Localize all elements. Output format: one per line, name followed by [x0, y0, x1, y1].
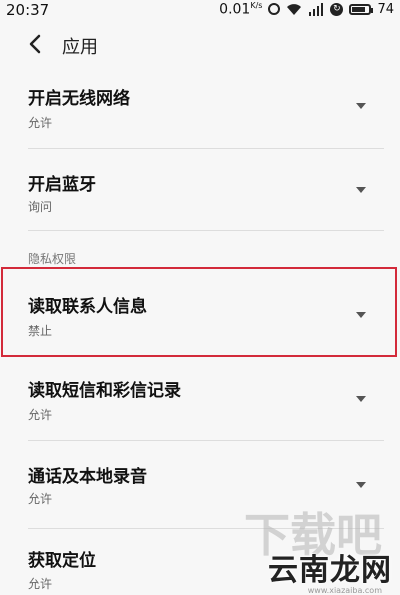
wifi-icon [286, 3, 302, 16]
alarm-icon [268, 3, 281, 16]
permission-item-contacts[interactable]: 读取联系人信息 禁止 [0, 270, 400, 356]
divider [28, 440, 384, 441]
status-time: 20:37 [6, 1, 50, 19]
permission-label: 通话及本地录音 [28, 467, 147, 487]
permission-item-wifi[interactable]: 开启无线网络 允许 [0, 70, 400, 148]
watermark-url: www.xiazaiba.com [307, 586, 382, 595]
permission-label: 读取短信和彩信记录 [28, 381, 181, 401]
page-title: 应用 [62, 37, 98, 58]
permission-item-sms[interactable]: 读取短信和彩信记录 允许 [0, 358, 400, 440]
back-button[interactable] [20, 28, 52, 60]
permission-value: 允许 [28, 492, 53, 506]
network-speed-unit: K/s [250, 1, 263, 10]
battery-icon [349, 3, 374, 15]
divider [28, 230, 384, 231]
permission-value: 允许 [28, 577, 53, 591]
back-arrow-icon [29, 34, 41, 54]
dropdown-arrow-icon [356, 396, 366, 402]
divider [28, 148, 384, 149]
permission-label: 开启无线网络 [28, 89, 130, 109]
sync-icon: ↻ [330, 2, 344, 16]
dropdown-arrow-icon [356, 482, 366, 488]
network-speed-value: 0.01 [219, 1, 251, 18]
permission-label: 获取定位 [28, 551, 96, 571]
network-speed: 0.01K/s [219, 1, 262, 18]
watermark-text: 云南龙网 [268, 553, 392, 588]
permission-label: 开启蓝牙 [28, 175, 96, 195]
battery-level: 74 [377, 1, 394, 17]
dropdown-arrow-icon [356, 312, 366, 318]
permission-value: 允许 [28, 116, 53, 130]
permission-value: 询问 [28, 200, 53, 214]
dropdown-arrow-icon [356, 187, 366, 193]
app-header: 应用 [0, 20, 400, 68]
section-header-privacy: 隐私权限 [28, 252, 77, 266]
cell-signal-icon [308, 2, 324, 16]
permission-label: 读取联系人信息 [28, 297, 147, 317]
permission-value: 禁止 [28, 324, 53, 338]
permission-item-bluetooth[interactable]: 开启蓝牙 询问 [0, 150, 400, 230]
dropdown-arrow-icon [356, 103, 366, 109]
status-icons: 0.01K/s ↻ 74 [219, 1, 394, 18]
status-bar: 20:37 0.01K/s ↻ 74 [0, 0, 400, 20]
permission-value: 允许 [28, 408, 53, 422]
